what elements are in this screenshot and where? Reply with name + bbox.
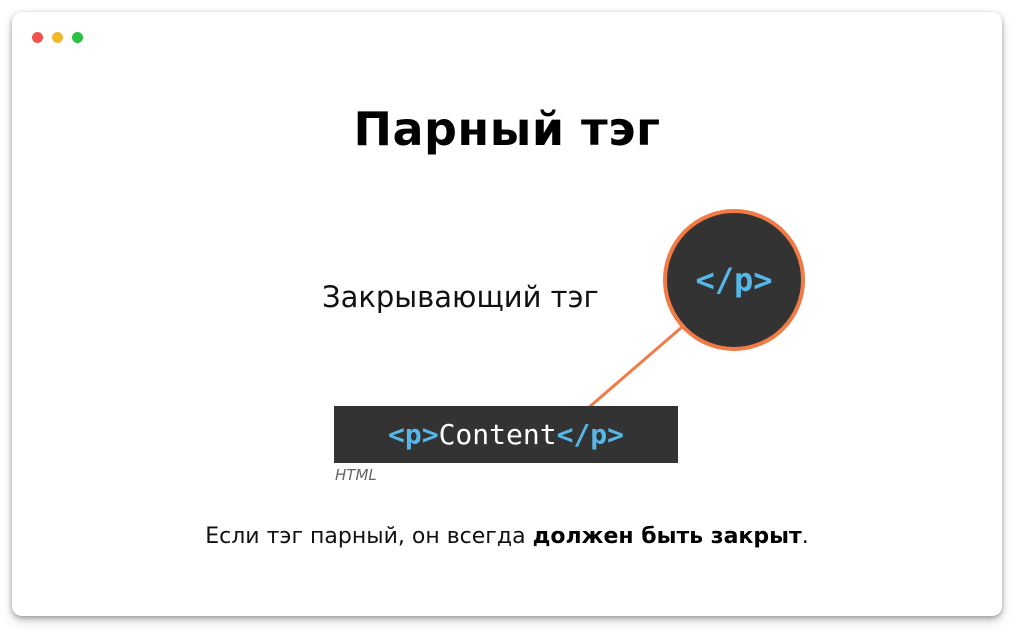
- code-example: <p> Content </p>: [334, 406, 678, 463]
- connector-line: [579, 319, 690, 417]
- code-close-tag: </p>: [556, 418, 625, 451]
- closing-tag-callout: </p>: [663, 209, 805, 351]
- slide-window: Парный тэг Закрывающий тэг <p> Content </p…: [12, 12, 1002, 616]
- callout-tag: </p>: [695, 261, 773, 299]
- footer-note: Если тэг парный, он всегда должен быть з…: [12, 524, 1002, 549]
- code-open-tag: <p>: [387, 418, 439, 451]
- footer-period: .: [801, 524, 809, 549]
- code-content: Content: [438, 418, 557, 451]
- footer-text: Если тэг парный, он всегда: [205, 524, 533, 549]
- code-language-caption: HTML: [335, 466, 377, 484]
- footer-emphasis: должен быть закрыт: [532, 524, 802, 549]
